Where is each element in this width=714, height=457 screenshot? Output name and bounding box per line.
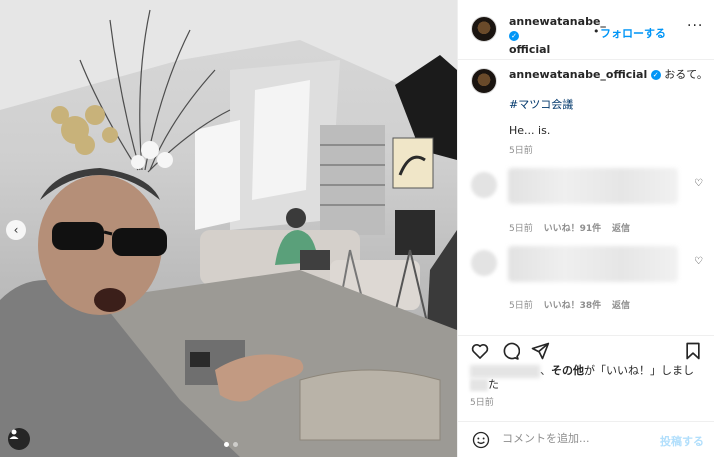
hashtag-link[interactable]: #マツコ会議 (509, 96, 573, 112)
likes-suffix: が「いいね！」しまし (584, 364, 694, 377)
action-bar (458, 335, 714, 365)
carousel-dot (233, 442, 238, 447)
comment-like-heart-icon[interactable]: ♡ (694, 178, 703, 189)
header-username[interactable]: annewatanabe_ ✓ official (509, 15, 606, 57)
caption-time[interactable]: 5日前 (509, 143, 533, 156)
post-side-panel: annewatanabe_ ✓ official • フォローする ··· an… (457, 0, 714, 457)
caption-avatar[interactable] (471, 68, 497, 94)
comment-like-heart-icon[interactable]: ♡ (694, 256, 703, 267)
liker-name-blurred[interactable] (470, 364, 540, 378)
likes-suffix-wrap: た (488, 378, 499, 391)
comment-text-blurred (508, 246, 678, 282)
comment-avatar[interactable] (471, 172, 497, 198)
tagged-user-icon[interactable] (8, 428, 30, 450)
likes-prefix: 、 (540, 364, 551, 377)
liker-avatar-blurred (470, 379, 488, 391)
add-comment-bar: 投稿する (458, 421, 714, 457)
carousel-indicator (224, 442, 238, 447)
share-icon[interactable] (530, 341, 550, 361)
comment-text-blurred (508, 168, 678, 204)
previous-photo-button[interactable]: ‹ (6, 220, 26, 240)
caption-text: おるて。 (664, 68, 708, 81)
comment-reply-button[interactable]: 返信 (612, 224, 630, 234)
photo-scene (0, 0, 457, 457)
header-username-line2[interactable]: official (509, 43, 550, 56)
verified-badge-icon: ✓ (650, 70, 661, 80)
caption-body: He... is. (509, 124, 551, 137)
avatar[interactable] (471, 16, 497, 42)
comment-meta: 5日前 いいね！38件 返信 (509, 298, 630, 311)
comment-meta: 5日前 いいね！91件 返信 (509, 221, 630, 234)
verified-badge-icon: ✓ (509, 31, 519, 41)
emoji-icon[interactable] (472, 431, 490, 449)
caption-line: annewatanabe_official ✓ おるて。 (509, 68, 709, 82)
post-comment-button[interactable]: 投稿する (660, 433, 704, 449)
comment-time[interactable]: 5日前 (509, 301, 533, 311)
carousel-dot (224, 442, 229, 447)
likes-summary: 、その他が「いいね！」しまし た (470, 364, 710, 392)
comment-time[interactable]: 5日前 (509, 224, 533, 234)
comment-likes[interactable]: いいね！91件 (544, 224, 602, 234)
comment-avatar[interactable] (471, 250, 497, 276)
separator-dot: • (593, 25, 600, 38)
post-time[interactable]: 5日前 (470, 395, 494, 408)
post-header: annewatanabe_ ✓ official • フォローする ··· (458, 0, 714, 60)
comment-likes[interactable]: いいね！38件 (544, 301, 602, 311)
caption-username[interactable]: annewatanabe_official (509, 68, 647, 81)
like-heart-icon[interactable] (470, 341, 490, 361)
post-photo[interactable]: ‹ (0, 0, 457, 457)
more-options-icon[interactable]: ··· (687, 18, 703, 34)
follow-button[interactable]: フォローする (600, 25, 666, 41)
comment-icon[interactable] (500, 341, 520, 361)
likes-others-link[interactable]: その他 (551, 364, 584, 377)
comment-reply-button[interactable]: 返信 (612, 301, 630, 311)
header-username-line1[interactable]: annewatanabe_ (509, 15, 606, 28)
comment-input[interactable] (502, 432, 652, 445)
save-bookmark-icon[interactable] (683, 341, 703, 361)
